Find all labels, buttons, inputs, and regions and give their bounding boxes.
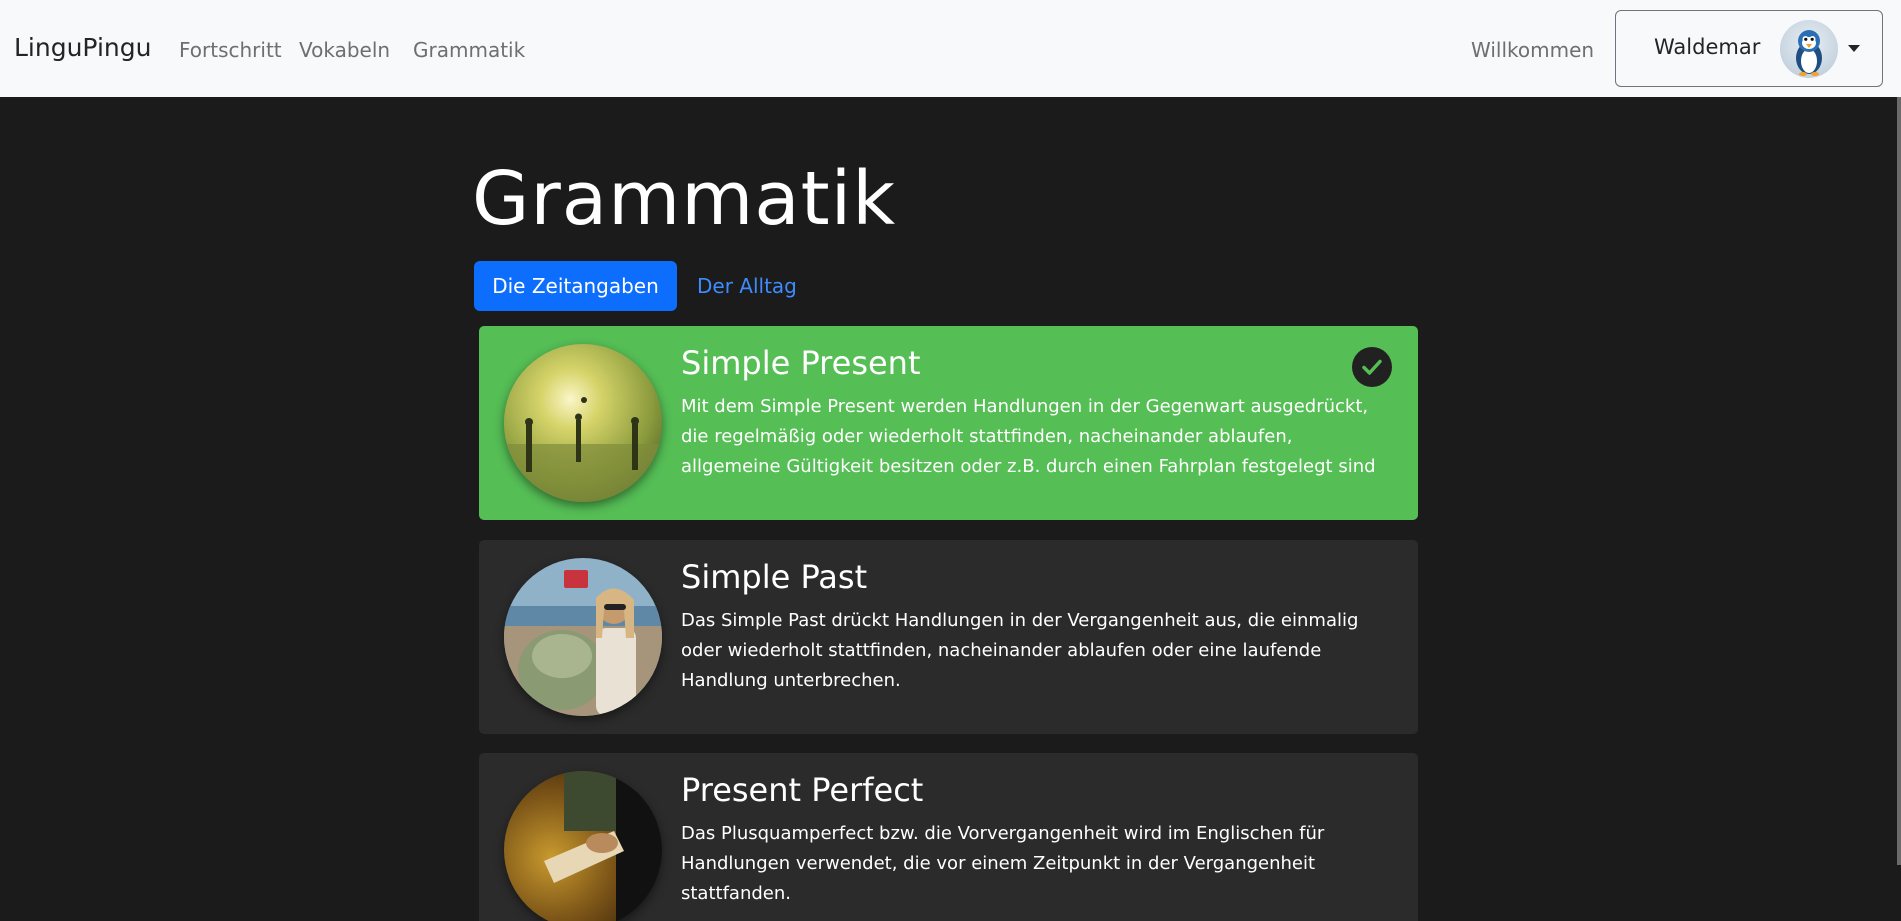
- nav-link-fortschritt[interactable]: Fortschritt: [179, 38, 282, 62]
- lesson-description: Das Simple Past drückt Handlungen in der…: [681, 610, 1359, 691]
- avatar: [1780, 20, 1838, 78]
- lesson-image-beach: [504, 344, 662, 502]
- tab-die-zeitangaben[interactable]: Die Zeitangaben: [474, 261, 677, 311]
- lesson-card-simple-past[interactable]: Simple Past Das Simple Past drückt Handl…: [479, 540, 1418, 734]
- nav-link-grammatik[interactable]: Grammatik: [413, 38, 525, 62]
- check-icon: [1352, 347, 1392, 387]
- lesson-card-simple-present[interactable]: Simple Present Mit dem Simple Present we…: [479, 326, 1418, 520]
- user-name: Waldemar: [1654, 35, 1761, 59]
- lesson-title: Present Perfect: [681, 771, 924, 809]
- brand-logo[interactable]: LinguPingu: [14, 33, 151, 62]
- lesson-title: Simple Past: [681, 558, 868, 596]
- navbar: LinguPingu Fortschritt Vokabeln Grammati…: [0, 0, 1901, 97]
- lesson-description: Das Plusquamperfect bzw. die Vorvergange…: [681, 823, 1325, 904]
- lesson-image-woman-car: [504, 558, 662, 716]
- lesson-description: Mit dem Simple Present werden Handlungen…: [681, 396, 1376, 477]
- lesson-card-present-perfect[interactable]: Present Perfect Das Plusquamperfect bzw.…: [479, 753, 1418, 921]
- user-menu-button[interactable]: Waldemar: [1615, 10, 1883, 87]
- lesson-title: Simple Present: [681, 344, 921, 382]
- welcome-text: Willkommen: [1471, 38, 1595, 62]
- nav-link-vokabeln[interactable]: Vokabeln: [299, 38, 390, 62]
- chevron-down-icon: [1848, 45, 1860, 52]
- scrollbar[interactable]: [1897, 97, 1901, 865]
- tab-der-alltag[interactable]: Der Alltag: [697, 261, 797, 311]
- page-title: Grammatik: [472, 156, 897, 242]
- lesson-image-reading: [504, 771, 662, 921]
- penguin-icon: [1796, 30, 1822, 76]
